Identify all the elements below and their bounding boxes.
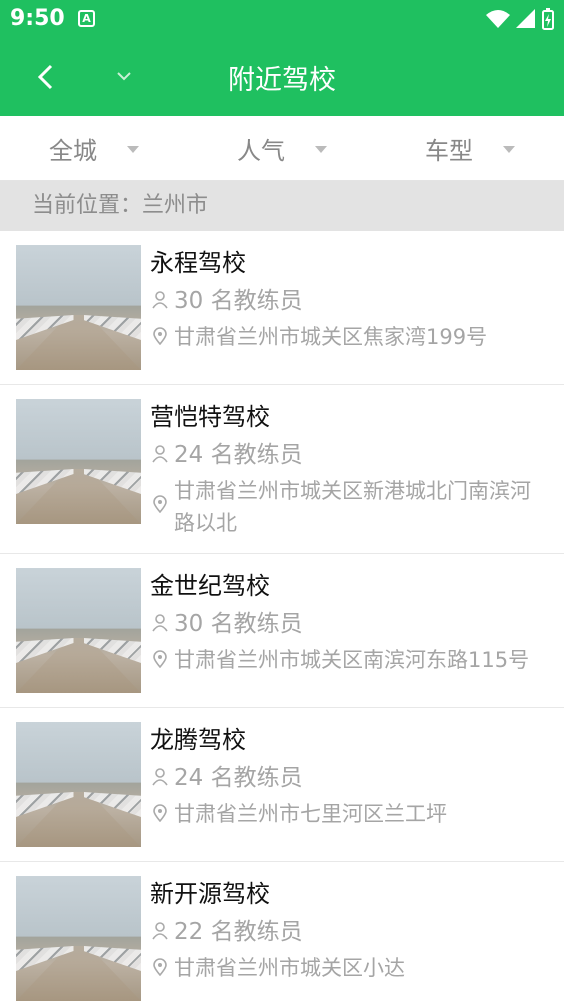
list-item[interactable]: 金世纪驾校 30 名教练员 甘肃省兰州市城关区南滨河东路115号: [0, 554, 564, 708]
coach-count: 22 名教练员: [174, 919, 303, 945]
filter-label: 车型: [425, 136, 473, 165]
school-photo: [16, 399, 141, 524]
location-pin-icon: [150, 798, 170, 822]
app-notification-icon: A: [78, 10, 95, 27]
filter-vehicle-type[interactable]: 车型: [376, 116, 564, 180]
system-icons: [486, 8, 554, 30]
school-list: 永程驾校 30 名教练员 甘肃省兰州市城关区焦家湾199号 营恺特驾校 24 名…: [0, 231, 564, 1004]
battery-icon: [542, 8, 554, 30]
signal-icon: [516, 9, 535, 28]
caret-down-icon: [127, 145, 139, 153]
school-name: 金世纪驾校: [150, 572, 270, 600]
coach-count: 30 名教练员: [174, 611, 303, 637]
status-time: 9:50: [10, 6, 65, 31]
filter-bar: 全城 人气 车型: [0, 116, 564, 181]
caret-down-icon: [503, 145, 515, 153]
school-name: 龙腾驾校: [150, 726, 246, 754]
coach-count: 24 名教练员: [174, 442, 303, 468]
filter-city[interactable]: 全城: [0, 116, 188, 180]
list-item[interactable]: 新开源驾校 22 名教练员 甘肃省兰州市城关区小达: [0, 862, 564, 1004]
status-bar: 9:50 A: [0, 0, 564, 38]
school-photo: [16, 568, 141, 693]
person-icon: [150, 439, 170, 463]
location-pin-icon: [150, 321, 170, 345]
school-name: 永程驾校: [150, 249, 246, 277]
school-photo: [16, 245, 141, 370]
wifi-icon: [486, 10, 510, 28]
person-icon: [150, 285, 170, 309]
location-pin-icon: [150, 644, 170, 668]
school-address: 甘肃省兰州市城关区新港城北门南滨河路以北: [174, 479, 531, 535]
school-address: 甘肃省兰州市城关区焦家湾199号: [174, 325, 488, 349]
school-address: 甘肃省兰州市城关区小达: [174, 956, 405, 980]
school-name: 新开源驾校: [150, 880, 270, 908]
list-item[interactable]: 营恺特驾校 24 名教练员 甘肃省兰州市城关区新港城北门南滨河路以北: [0, 385, 564, 554]
school-address: 甘肃省兰州市七里河区兰工坪: [174, 802, 447, 826]
school-name: 营恺特驾校: [150, 403, 270, 431]
person-icon: [150, 608, 170, 632]
location-pin-icon: [150, 952, 170, 976]
app-header: 附近驾校: [0, 38, 564, 116]
school-photo: [16, 722, 141, 847]
current-location-bar: 当前位置：兰州市: [0, 181, 564, 231]
filter-label: 人气: [237, 136, 285, 165]
school-address: 甘肃省兰州市城关区南滨河东路115号: [174, 648, 530, 672]
location-pin-icon: [150, 475, 170, 513]
page-title: 附近驾校: [228, 65, 336, 96]
coach-count: 24 名教练员: [174, 765, 303, 791]
person-icon: [150, 916, 170, 940]
person-icon: [150, 762, 170, 786]
filter-popularity[interactable]: 人气: [188, 116, 376, 180]
coach-count: 30 名教练员: [174, 288, 303, 314]
list-item[interactable]: 永程驾校 30 名教练员 甘肃省兰州市城关区焦家湾199号: [0, 231, 564, 385]
school-photo: [16, 876, 141, 1001]
filter-label: 全城: [49, 136, 97, 165]
list-item[interactable]: 龙腾驾校 24 名教练员 甘肃省兰州市七里河区兰工坪: [0, 708, 564, 862]
caret-down-icon: [315, 145, 327, 153]
